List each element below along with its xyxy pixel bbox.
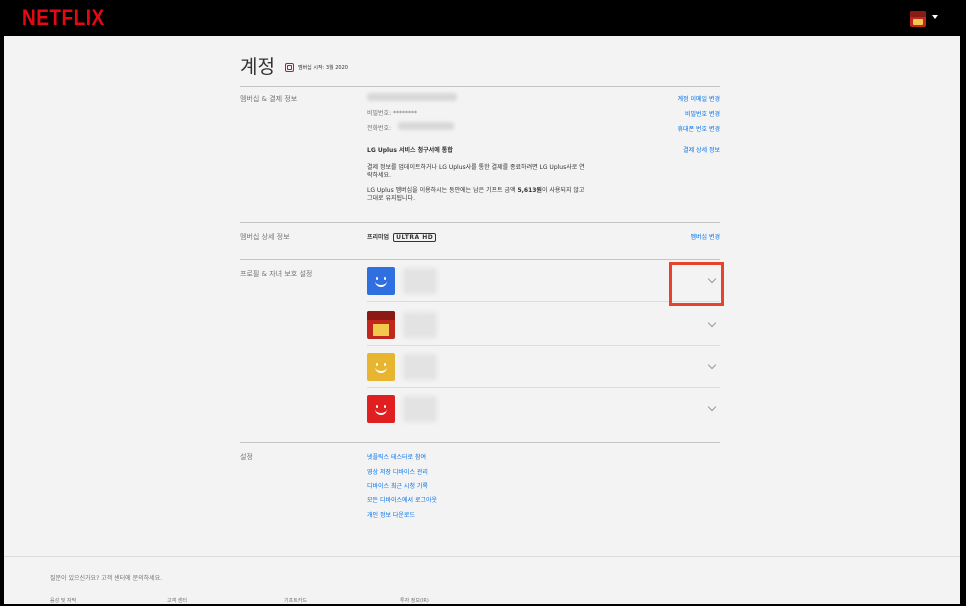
profile-name-redacted (403, 268, 437, 294)
phone-label: 전화번호: (367, 125, 392, 132)
profile-avatar-icon (367, 395, 395, 423)
profile-divider (367, 301, 720, 302)
profile-row[interactable] (367, 260, 720, 302)
profile-avatar-icon[interactable] (910, 11, 926, 27)
change-password-link[interactable]: 비밀번호 변경 (685, 109, 720, 118)
member-since-text: 멤버십 시작: 3월 2020 (297, 64, 348, 71)
avatar-smile (375, 367, 387, 373)
netflix-logo[interactable]: NETFLIX (22, 6, 105, 31)
gift-note-prefix: LG Uplus 멤버십을 이용하시는 동안에는 남은 기프트 금액 (367, 187, 518, 194)
profiles-section: 프로필 & 자녀 보호 설정 (240, 259, 720, 442)
avatar-eye (384, 363, 386, 366)
avatar-brow (367, 311, 395, 320)
page-title: 계정 (240, 56, 275, 78)
profile-avatar-icon (367, 353, 395, 381)
avatar-mouth (373, 324, 389, 336)
avatar-eye (384, 277, 386, 280)
avatar-smile (375, 409, 387, 415)
top-navigation-bar: NETFLIX (4, 2, 960, 36)
avatar-eye (376, 277, 378, 280)
avatar-eye (376, 363, 378, 366)
settings-link-download-personal-info[interactable]: 개인 정보 다운로드 (367, 510, 415, 519)
avatar-smile (375, 281, 387, 287)
footer-link-investor-relations[interactable]: 투자 정보(IR) (400, 597, 429, 604)
highlight-box (669, 262, 724, 306)
billing-section: 멤버십 & 결제 정보 비밀번호: ******** 전화번호: 계정 이메일 … (240, 86, 720, 222)
password-value: 비밀번호: ******** (367, 110, 418, 117)
settings-link-download-devices[interactable]: 영상 저장 디바이스 관리 (367, 467, 428, 476)
avatar-eye (384, 405, 386, 408)
chevron-down-icon[interactable] (707, 360, 717, 370)
footer: 질문이 있으신가요? 고객 센터에 문의하세요. 음성 및 자막 고객 센터 기… (4, 556, 960, 604)
member-since: 멤버십 시작: 3월 2020 (284, 62, 348, 72)
change-phone-link[interactable]: 휴대폰 번호 변경 (678, 124, 720, 133)
profile-avatar-icon (367, 311, 395, 339)
profile-avatar-icon (367, 267, 395, 295)
settings-section-label: 설정 (240, 453, 253, 461)
account-title-row: 계정 멤버십 시작: 3월 2020 (240, 52, 348, 79)
footer-link-gift-cards[interactable]: 기프트카드 (284, 597, 307, 604)
settings-link-test-participation[interactable]: 넷플릭스 테스터로 참여 (367, 452, 426, 461)
settings-link-viewing-activity[interactable]: 디바이스 최근 시청 기록 (367, 481, 428, 490)
lg-billing-heading: LG Uplus 서비스 청구서에 통합 (367, 147, 453, 154)
footer-question[interactable]: 질문이 있으신가요? 고객 센터에 문의하세요. (50, 573, 162, 582)
profile-row[interactable] (367, 346, 720, 388)
settings-link-sign-out-all[interactable]: 모든 디바이스에서 로그아웃 (367, 495, 437, 504)
caret-down-icon[interactable] (932, 15, 938, 19)
billing-details-link[interactable]: 결제 상세 정보 (683, 145, 720, 154)
chevron-down-icon[interactable] (707, 318, 717, 328)
profiles-section-label: 프로필 & 자녀 보호 설정 (240, 270, 313, 278)
change-plan-link[interactable]: 멤버십 변경 (690, 232, 720, 241)
phone-redacted (398, 122, 454, 130)
footer-link-audio-subtitles[interactable]: 음성 및 자막 (50, 597, 76, 604)
profile-row[interactable] (367, 304, 720, 346)
plan-section: 멤버십 상세 정보 프리미엄 ULTRA HD 멤버십 변경 (240, 222, 720, 259)
profile-row[interactable] (367, 388, 720, 430)
plan-name-row: 프리미엄 ULTRA HD (367, 232, 437, 242)
profile-name-redacted (403, 354, 437, 380)
email-redacted (367, 93, 457, 101)
chevron-down-icon[interactable] (707, 402, 717, 412)
avatar-mouth (913, 19, 923, 25)
avatar-eye (376, 405, 378, 408)
settings-section: 설정 넷플릭스 테스터로 참여 영상 저장 디바이스 관리 디바이스 최근 시청… (240, 442, 720, 532)
footer-link-help-center[interactable]: 고객 센터 (167, 597, 187, 604)
profile-name-redacted (403, 396, 437, 422)
profile-name-redacted (403, 312, 437, 338)
gift-balance-note: LG Uplus 멤버십을 이용하시는 동안에는 남은 기프트 금액 5,613… (367, 187, 587, 203)
avatar-lid (910, 11, 926, 17)
ultra-hd-badge: ULTRA HD (393, 233, 437, 242)
billing-section-label: 멤버십 & 결제 정보 (240, 95, 298, 103)
plan-name: 프리미엄 (367, 234, 390, 241)
lg-billing-note: 결제 정보를 업데이트하거나 LG Uplus사를 통한 결제를 종료하려면 L… (367, 164, 585, 179)
plan-section-label: 멤버십 상세 정보 (240, 233, 290, 241)
gift-amount: 5,613원 (517, 187, 542, 194)
browser-viewport: NETFLIX 계정 멤버십 시작: 3월 2020 멤버십 & 결제 정보 비… (4, 2, 960, 604)
membership-icon (284, 62, 294, 72)
change-email-link[interactable]: 계정 이메일 변경 (678, 94, 720, 103)
